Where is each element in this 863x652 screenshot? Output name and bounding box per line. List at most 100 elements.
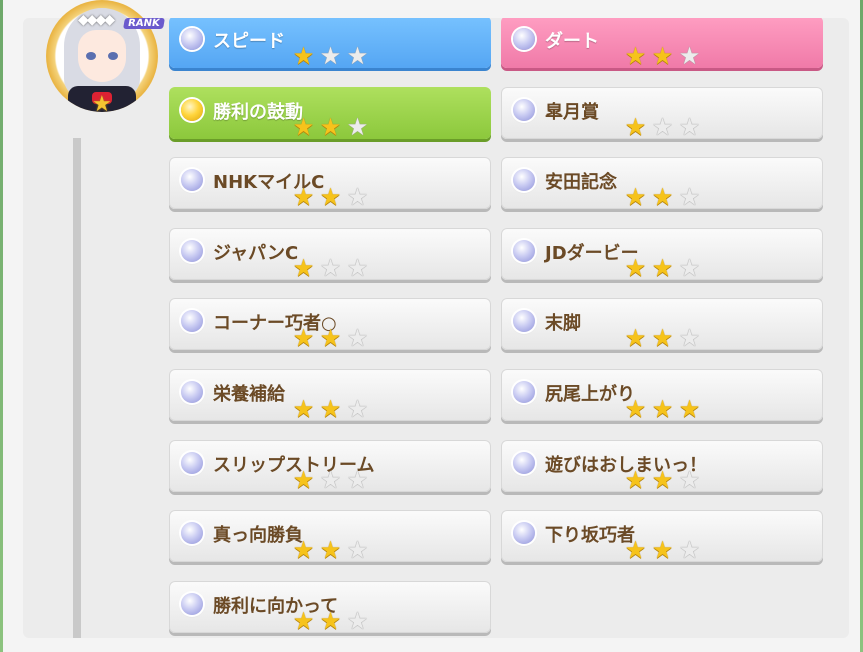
star-filled-icon: ★ [651, 253, 674, 282]
skill-stars: ★ ★ ★ [621, 185, 702, 209]
star-empty-icon: ★ [346, 395, 369, 423]
skill-card[interactable]: NHKマイルC ★ ★ ★ [169, 157, 491, 210]
skill-card[interactable]: 末脚 ★ ★ ★ [501, 298, 823, 351]
star-filled-icon: ★ [292, 395, 315, 423]
star-filled-icon: ★ [319, 395, 342, 423]
skill-name: 安田記念 [545, 172, 617, 194]
skill-orb-icon [181, 381, 203, 403]
skill-card[interactable]: スピード ★ ★ ★ [169, 18, 491, 68]
skill-card[interactable]: 安田記念 ★ ★ ★ [501, 157, 823, 210]
skill-stars: ★ ★ ★ [621, 468, 702, 492]
star-filled-icon: ★ [624, 536, 647, 565]
star-filled-icon: ★ [292, 112, 315, 141]
skill-stars: ★ ★ ★ [621, 326, 702, 350]
character-avatar[interactable]: ◆◆◆◆ RANK ★ [46, 0, 165, 117]
skill-card[interactable]: 勝利の鼓動 ★ ★ ★ [169, 86, 491, 139]
star-empty-icon: ★ [319, 253, 342, 282]
skill-orb-icon [513, 310, 535, 333]
skill-name: スピード [213, 31, 285, 52]
rank-badge: RANK [123, 18, 165, 29]
star-filled-icon: ★ [678, 395, 701, 423]
skill-orb-icon [513, 451, 535, 474]
skill-orb-icon [513, 28, 535, 50]
star-filled-icon: ★ [624, 253, 647, 282]
star-filled-icon: ★ [624, 395, 647, 423]
crown-icon: ◆◆◆◆ [78, 12, 115, 28]
star-empty-icon: ★ [678, 536, 701, 565]
star-empty-icon: ★ [346, 183, 369, 212]
star-filled-icon: ★ [319, 606, 342, 635]
star-filled-icon: ★ [651, 465, 674, 494]
skill-card[interactable]: 下り坂巧者 ★ ★ ★ [501, 510, 823, 563]
star-empty-icon: ★ [346, 253, 369, 282]
skill-card[interactable]: JDダービー ★ ★ ★ [501, 227, 823, 280]
skill-card[interactable]: 尻尾上がり ★ ★ ★ [501, 369, 823, 421]
skill-name: 栄養補給 [213, 384, 285, 405]
star-empty-icon: ★ [346, 112, 369, 141]
star-filled-icon: ★ [319, 536, 342, 565]
skill-card[interactable]: スリップストリーム ★ ★ ★ [169, 439, 491, 492]
skill-stars: ★ ★ ★ [289, 185, 370, 209]
skill-orb-icon [181, 522, 203, 545]
skill-card[interactable]: 皐月賞 ★ ★ ★ [501, 86, 823, 141]
star-filled-icon: ★ [292, 536, 315, 565]
star-empty-icon: ★ [346, 606, 369, 635]
skill-card[interactable]: 勝利に向かって ★ ★ ★ [169, 580, 491, 633]
skill-stars: ★ ★ ★ [621, 397, 702, 421]
star-empty-icon: ★ [346, 465, 369, 494]
star-filled-icon: ★ [319, 183, 342, 212]
skill-card[interactable]: 栄養補給 ★ ★ ★ [169, 369, 491, 421]
star-empty-icon: ★ [678, 183, 701, 212]
star-filled-icon: ★ [651, 324, 674, 353]
star-empty-icon: ★ [678, 465, 701, 494]
star-filled-icon: ★ [292, 465, 315, 494]
star-filled-icon: ★ [292, 253, 315, 282]
skill-orb-icon [181, 169, 203, 192]
skill-stars: ★ ★ ★ [289, 468, 370, 492]
skill-card[interactable]: 真っ向勝負 ★ ★ ★ [169, 510, 491, 563]
skill-orb-icon [513, 381, 535, 403]
skill-stars: ★ ★ ★ [289, 115, 370, 139]
skill-card[interactable]: ジャパンC ★ ★ ★ [169, 227, 491, 280]
skill-card[interactable]: コーナー巧者○ ★ ★ ★ [169, 298, 491, 351]
skill-stars: ★ ★ ★ [289, 326, 370, 350]
star-filled-icon: ★ [292, 183, 315, 212]
star-empty-icon: ★ [651, 112, 674, 141]
star-filled-icon: ★ [651, 536, 674, 565]
star-empty-icon: ★ [346, 42, 369, 70]
skill-stars: ★ ★ ★ [289, 609, 370, 633]
skill-card[interactable]: ダート ★ ★ ★ [501, 18, 823, 68]
star-filled-icon: ★ [624, 465, 647, 494]
skill-stars: ★ ★ ★ [289, 397, 370, 421]
star-filled-icon: ★ [292, 42, 315, 70]
skill-card[interactable]: 遊びはおしまいっ！ ★ ★ ★ [501, 439, 823, 492]
star-filled-icon: ★ [624, 112, 647, 141]
star-filled-icon: ★ [624, 42, 647, 70]
star-filled-icon: ★ [624, 183, 647, 212]
star-filled-icon: ★ [651, 395, 674, 423]
star-filled-icon: ★ [319, 324, 342, 353]
skill-stars: ★ ★ ★ [621, 538, 702, 562]
star-filled-icon: ★ [651, 42, 674, 70]
skill-orb-icon [513, 98, 535, 121]
skill-stars: ★ ★ ★ [289, 538, 370, 562]
rank-star-icon: ★ [92, 92, 112, 117]
star-empty-icon: ★ [678, 253, 701, 282]
skill-stars: ★ ★ ★ [621, 256, 702, 280]
skill-stars: ★ ★ ★ [289, 256, 370, 280]
star-filled-icon: ★ [624, 324, 647, 353]
skill-orb-icon [181, 592, 203, 615]
star-empty-icon: ★ [678, 324, 701, 353]
skill-name: 末脚 [545, 313, 581, 335]
star-filled-icon: ★ [651, 183, 674, 212]
skill-orb-icon [181, 98, 203, 121]
skill-stars: ★ ★ ★ [289, 44, 370, 68]
star-empty-icon: ★ [678, 112, 701, 141]
star-filled-icon: ★ [292, 324, 315, 353]
skill-stars: ★ ★ ★ [621, 44, 702, 68]
skill-panel: スピード ★ ★ ★ ダート ★ ★ ★ 勝利の鼓動 ★ ★ ★ 皐月賞 ★ ★ ★ NHKマイルC ★ ★ ★ 安田記… [3, 0, 860, 652]
star-empty-icon: ★ [319, 42, 342, 70]
skill-name: 皐月賞 [545, 101, 599, 123]
star-filled-icon: ★ [319, 112, 342, 141]
skill-orb-icon [181, 451, 203, 474]
